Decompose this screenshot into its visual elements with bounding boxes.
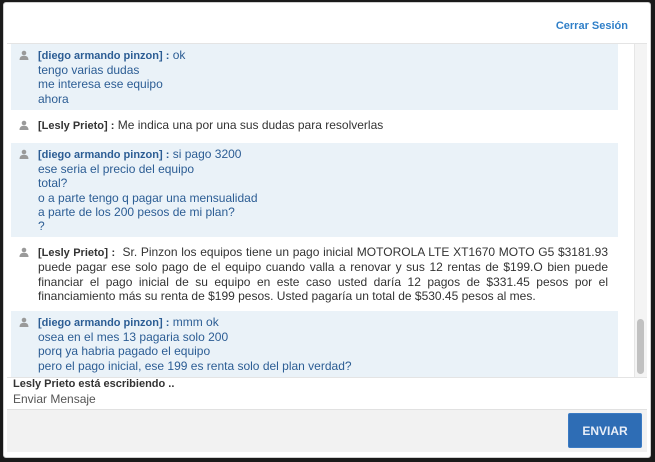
send-button[interactable]: ENVIAR <box>568 413 642 448</box>
message-agent: [Lesly Prieto] : Me indica una por una s… <box>11 109 618 144</box>
message-text: o a parte tengo q pagar una mensualidad <box>38 190 258 205</box>
scroll-thumb[interactable] <box>637 319 644 374</box>
message-text: ese seria el precio del equipo <box>38 162 195 177</box>
message-author: [diego armando pinzon] : <box>38 149 170 162</box>
message-agent: [Lesly Prieto] : Sr. Pinzon los equipos … <box>11 237 618 312</box>
message-text: osea en el mes 13 pagaria solo 200 <box>38 330 229 345</box>
message-text: a parte de los 200 pesos de mi plan? <box>38 204 235 219</box>
message-input-label: Enviar Mensaje <box>13 392 96 406</box>
message-client: [diego armando pinzon] : si pago 3200 es… <box>11 143 618 238</box>
chat-scrollbar[interactable] <box>634 44 647 377</box>
message-client: [diego armando pinzon] : mmm ok osea en … <box>11 311 618 377</box>
message-author: [Lesly Prieto] : <box>38 247 116 260</box>
message-text: Me indica una por una sus dudas para res… <box>117 117 384 132</box>
message-text: porq ya habria pagado el equipo <box>38 344 211 359</box>
user-icon <box>19 317 29 328</box>
user-icon <box>19 50 29 60</box>
message-author: [diego armando pinzon] : <box>38 317 170 330</box>
message-client: [diego armando pinzon] : ok tengo varias… <box>11 44 618 110</box>
typing-indicator: Lesly Prieto está escribiendo .. <box>13 378 175 390</box>
message-author: [Lesly Prieto] : <box>38 119 115 132</box>
message-text: me interesa ese equipo <box>38 77 163 92</box>
message-list: [diego armando pinzon] : ok tengo varias… <box>7 44 635 377</box>
logout-link[interactable]: Cerrar Sesión <box>556 20 628 32</box>
message-text: ahora <box>38 91 69 106</box>
message-text: si pago 3200 <box>172 147 242 162</box>
message-text: tengo varias dudas <box>38 63 140 78</box>
message-text: pero el pago inicial, ese 199 es renta s… <box>38 358 352 373</box>
user-icon <box>19 247 29 258</box>
message-text: total? <box>38 176 68 191</box>
message-text: ok <box>172 48 186 62</box>
chat-header: Cerrar Sesión <box>4 3 650 43</box>
composer: ENVIAR <box>7 409 647 456</box>
message-author: [diego armando pinzon] : <box>38 50 170 62</box>
user-icon <box>19 149 29 160</box>
message-text: Sr. Pinzon los equipos tiene un pago ini… <box>38 245 608 303</box>
message-text: ? <box>38 219 45 234</box>
chat-window: Cerrar Sesión [diego armando pinzon] : o… <box>3 2 651 458</box>
message-text: mmm ok <box>172 315 219 330</box>
chat-log[interactable]: [diego armando pinzon] : ok tengo varias… <box>7 43 647 378</box>
message-input[interactable] <box>7 410 566 456</box>
user-icon <box>19 120 29 130</box>
